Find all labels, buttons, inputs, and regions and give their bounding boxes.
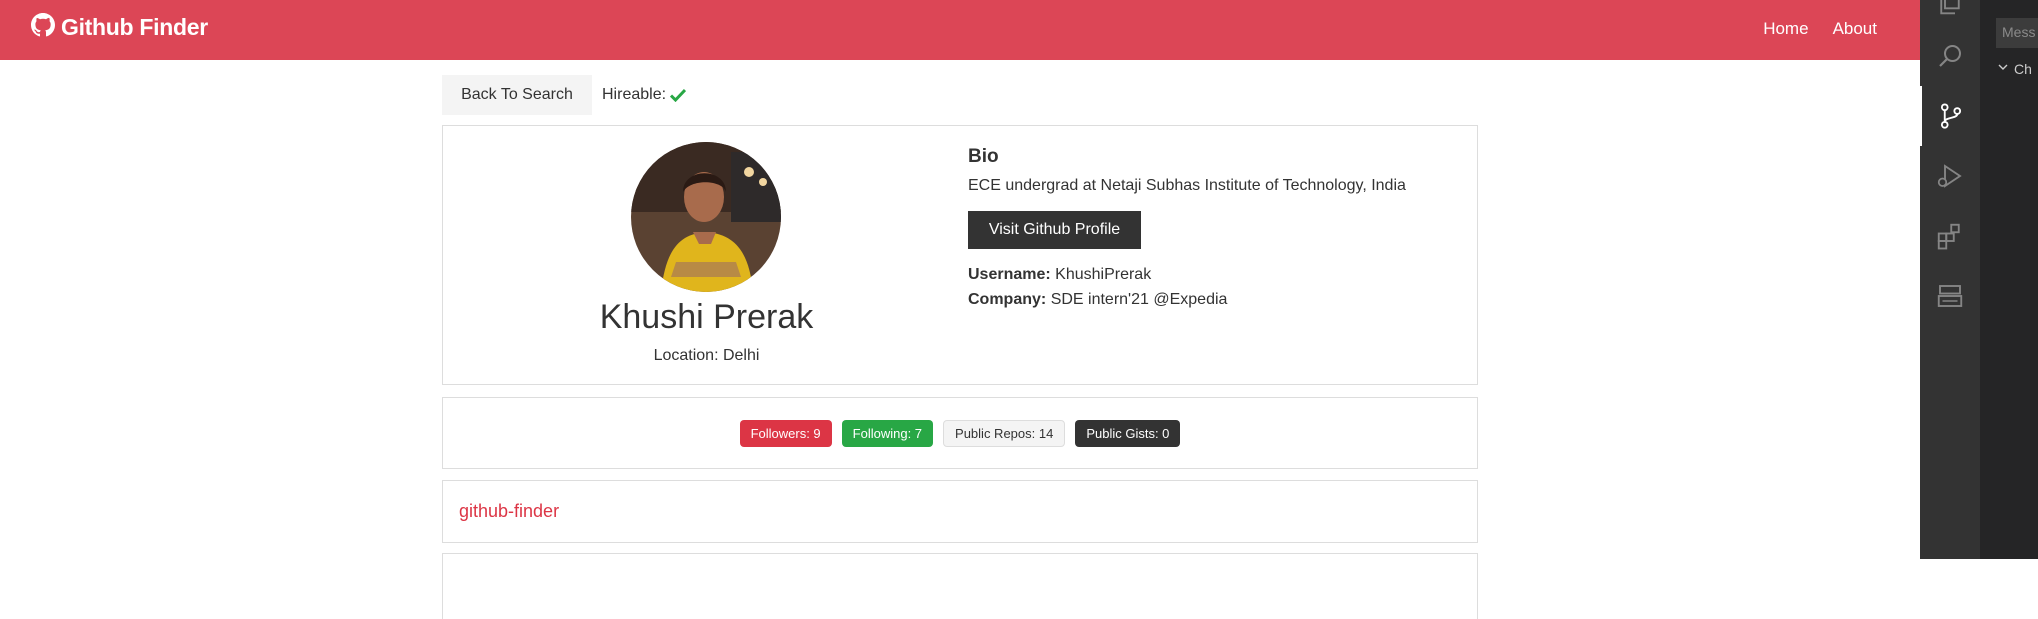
remote-explorer-icon[interactable] bbox=[1920, 266, 1980, 326]
search-icon[interactable] bbox=[1920, 26, 1980, 86]
profile-card: Khushi Prerak Location: Delhi Bio ECE un… bbox=[442, 125, 1478, 385]
nav-home-link[interactable]: Home bbox=[1763, 19, 1808, 39]
repo-item: github-finder bbox=[442, 480, 1478, 543]
public-repos-badge: Public Repos: 14 bbox=[943, 419, 1066, 447]
changes-section-header[interactable]: Ch bbox=[1996, 60, 2032, 77]
username-value: KhushiPrerak bbox=[1055, 266, 1152, 283]
github-icon bbox=[31, 13, 55, 42]
navbar: Github Finder Home About bbox=[0, 0, 1920, 60]
visit-github-profile-button[interactable]: Visit Github Profile bbox=[968, 211, 1141, 249]
app-title: Github Finder bbox=[61, 14, 208, 40]
profile-location: Location: Delhi bbox=[653, 347, 760, 364]
profile-name: Khushi Prerak bbox=[599, 298, 814, 336]
changes-label: Ch bbox=[2014, 60, 2032, 77]
company-value: SDE intern'21 @Expedia bbox=[1050, 291, 1228, 308]
user-toolbar: Back To Search Hireable: bbox=[442, 75, 687, 115]
back-to-search-button[interactable]: Back To Search bbox=[442, 75, 592, 115]
followers-badge: Followers: 9 bbox=[739, 419, 832, 447]
vscode-source-control-panel: Mess Ch bbox=[1980, 0, 2038, 559]
extensions-icon[interactable] bbox=[1920, 206, 1980, 266]
profile-right-column: Bio ECE undergrad at Netaji Subhas Insti… bbox=[968, 146, 1468, 316]
hireable-status: Hireable: bbox=[602, 86, 687, 104]
company-label: Company: bbox=[968, 291, 1047, 308]
avatar bbox=[631, 142, 781, 292]
company-row: Company: SDE intern'21 @Expedia bbox=[968, 291, 1468, 309]
repo-item bbox=[442, 553, 1478, 619]
brand[interactable]: Github Finder bbox=[31, 13, 208, 42]
check-icon bbox=[670, 88, 687, 102]
source-control-icon[interactable] bbox=[1920, 86, 1980, 146]
following-badge: Following: 7 bbox=[841, 419, 934, 447]
chevron-down-icon bbox=[1996, 60, 2010, 77]
hireable-label: Hireable: bbox=[602, 86, 667, 103]
public-gists-badge: Public Gists: 0 bbox=[1075, 419, 1181, 447]
bio-text: ECE undergrad at Netaji Subhas Institute… bbox=[968, 177, 1406, 194]
nav-links: Home About bbox=[1763, 19, 1877, 39]
stats-card: Followers: 9 Following: 7 Public Repos: … bbox=[442, 397, 1478, 469]
bio-heading: Bio bbox=[968, 146, 999, 167]
commit-message-input[interactable]: Mess bbox=[1996, 18, 2038, 48]
vscode-activity-bar bbox=[1920, 0, 1980, 559]
username-label: Username: bbox=[968, 266, 1051, 283]
browser-page: Github Finder Home About Back To Search … bbox=[0, 0, 1920, 619]
run-debug-icon[interactable] bbox=[1920, 146, 1980, 206]
nav-about-link[interactable]: About bbox=[1833, 19, 1877, 39]
profile-left-column: Khushi Prerak Location: Delhi bbox=[443, 126, 970, 384]
username-row: Username: KhushiPrerak bbox=[968, 266, 1468, 284]
repo-link[interactable]: github-finder bbox=[459, 501, 559, 522]
